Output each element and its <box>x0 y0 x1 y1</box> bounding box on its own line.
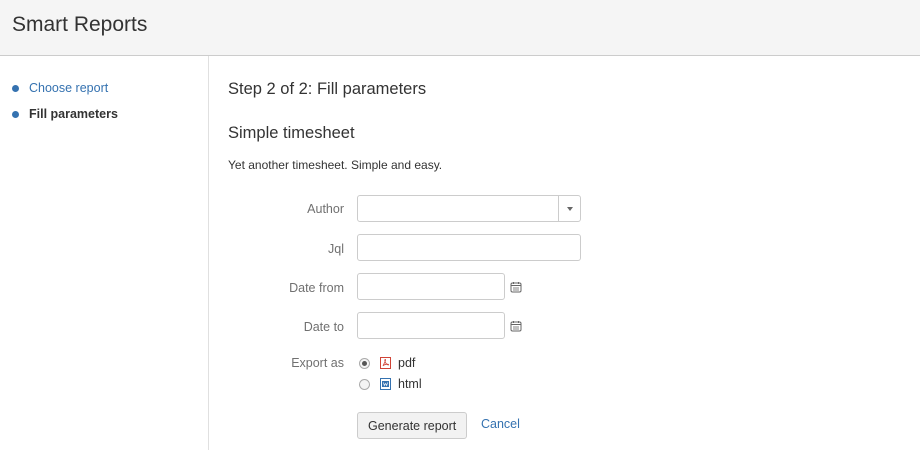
date-from-input[interactable] <box>357 273 505 300</box>
sidebar-item-choose-report[interactable]: Choose report <box>12 80 108 96</box>
date-from-label: Date from <box>289 281 344 295</box>
html-file-icon <box>380 378 391 390</box>
step-bullet-icon <box>12 110 19 118</box>
chevron-down-icon <box>566 206 573 211</box>
sidebar: Choose report Fill parameters <box>0 56 209 450</box>
sidebar-item-label[interactable]: Choose report <box>29 81 108 95</box>
date-to-input[interactable] <box>357 312 505 339</box>
calendar-icon[interactable] <box>510 281 522 293</box>
calendar-icon[interactable] <box>510 320 522 332</box>
sidebar-item-fill-parameters: Fill parameters <box>12 106 118 122</box>
jql-label: Jql <box>328 242 344 256</box>
main-content: Step 2 of 2: Fill parameters Simple time… <box>228 56 920 450</box>
app-header: Smart Reports <box>0 0 920 56</box>
step-bullet-icon <box>12 84 19 92</box>
radio-pdf[interactable] <box>359 357 370 369</box>
jql-input[interactable] <box>357 234 581 261</box>
page-title: Step 2 of 2: Fill parameters <box>228 80 427 98</box>
author-select[interactable] <box>357 195 581 222</box>
date-to-label: Date to <box>303 320 344 334</box>
author-dropdown-toggle[interactable] <box>558 196 580 221</box>
export-option-pdf[interactable]: pdf <box>359 355 415 371</box>
report-title: Simple timesheet <box>228 124 355 142</box>
author-label: Author <box>307 202 344 216</box>
pdf-file-icon <box>380 357 391 369</box>
export-as-label: Export as <box>291 356 344 370</box>
radio-html[interactable] <box>359 378 370 390</box>
sidebar-item-label: Fill parameters <box>29 107 118 121</box>
export-option-label[interactable]: pdf <box>398 356 415 370</box>
app-title: Smart Reports <box>12 13 148 36</box>
cancel-link[interactable]: Cancel <box>481 417 520 431</box>
export-option-label[interactable]: html <box>398 377 422 391</box>
generate-report-button[interactable]: Generate report <box>357 412 468 439</box>
export-option-html[interactable]: html <box>359 376 422 392</box>
radio-checked-dot <box>362 360 367 366</box>
report-description: Yet another timesheet. Simple and easy. <box>228 158 443 172</box>
